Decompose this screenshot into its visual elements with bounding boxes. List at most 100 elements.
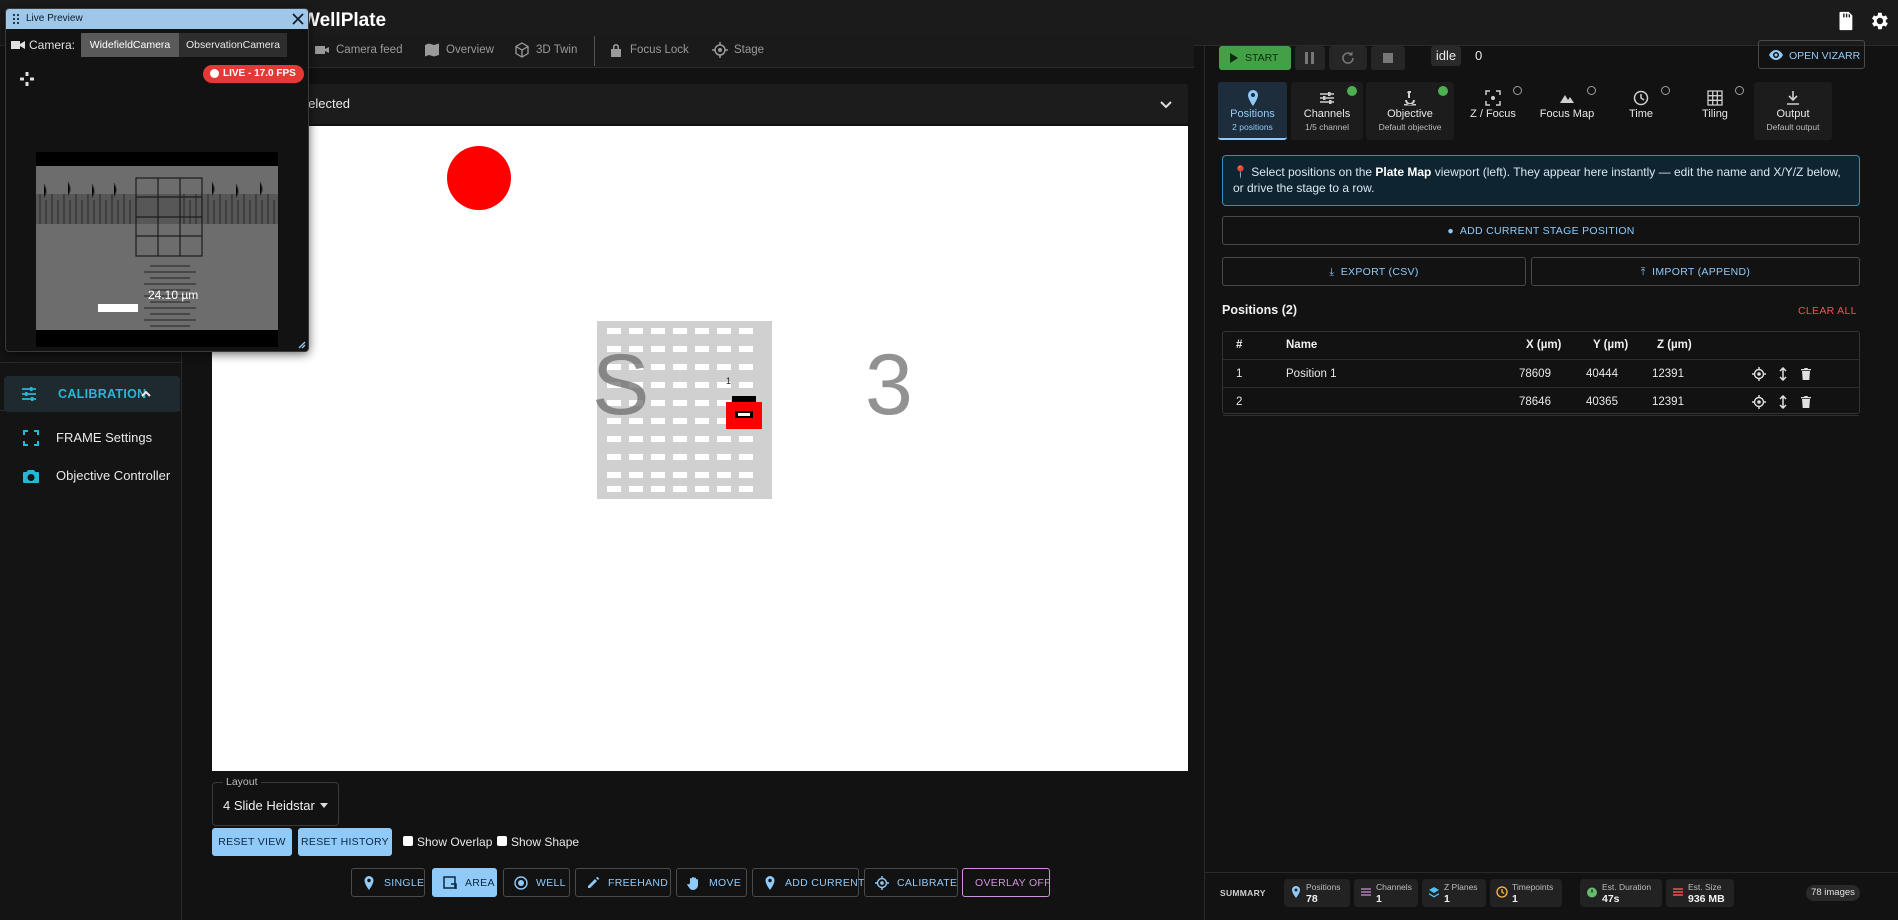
row-x[interactable]: 78609 xyxy=(1519,368,1551,380)
camera-frame[interactable]: 24.10 µm xyxy=(36,152,278,347)
grid-icon xyxy=(1707,90,1723,106)
import-append-button[interactable]: ⤒ IMPORT (APPEND) xyxy=(1531,257,1860,286)
sd-card-icon[interactable] xyxy=(1834,10,1858,34)
drag-handle-icon[interactable] xyxy=(11,13,21,25)
step-positions[interactable]: Positions 2 positions xyxy=(1218,82,1287,140)
column-header: Y (µm) xyxy=(1593,339,1629,351)
row-y[interactable]: 40444 xyxy=(1586,368,1618,380)
row-index: 1 xyxy=(1236,368,1243,380)
delete-icon[interactable] xyxy=(1799,367,1813,381)
checkbox-box[interactable] xyxy=(403,836,413,846)
goto-position-icon[interactable] xyxy=(1752,395,1766,409)
summary-timepoints: Timepoints 1 xyxy=(1490,879,1562,907)
status-badge: idle xyxy=(1431,46,1461,66)
reorder-icon[interactable] xyxy=(1776,367,1790,381)
plate-map-viewport[interactable]: S 3 1 xyxy=(212,126,1188,771)
step-focus-map[interactable]: Focus Map xyxy=(1532,82,1602,140)
summary-key: Timepoints xyxy=(1512,882,1554,892)
reset-view-button[interactable]: RESET VIEW xyxy=(212,828,292,856)
storage-icon xyxy=(1672,886,1684,898)
live-preview-titlebar[interactable]: Live Preview xyxy=(6,9,308,29)
step-title: Positions xyxy=(1230,108,1275,120)
layout-select[interactable]: Layout 4 Slide Heidstar xyxy=(212,776,339,826)
camera-tab-widefield[interactable]: WidefieldCamera xyxy=(81,33,179,57)
row-x[interactable]: 78646 xyxy=(1519,396,1551,408)
export-csv-button[interactable]: ⤓ EXPORT (CSV) xyxy=(1222,257,1526,286)
camera-image xyxy=(36,166,278,330)
plate-accordion[interactable]: ons) – no plate selected xyxy=(212,84,1188,124)
button-label: ADD CURRENT STAGE POSITION xyxy=(1459,225,1635,237)
info-text-bold: Plate Map xyxy=(1375,165,1432,179)
resize-handle-icon[interactable] xyxy=(296,339,306,349)
summary-est-size: Est. Size 936 MB xyxy=(1666,879,1734,907)
step-z-focus[interactable]: Z / Focus xyxy=(1458,82,1528,140)
step-objective[interactable]: Objective Default objective xyxy=(1366,82,1454,140)
pen-icon xyxy=(586,876,600,890)
row-z[interactable]: 12391 xyxy=(1652,396,1684,408)
camera-tab-observation[interactable]: ObservationCamera xyxy=(179,33,287,57)
tool-move-button[interactable]: MOVE xyxy=(676,868,747,897)
goto-position-icon[interactable] xyxy=(1752,367,1766,381)
reorder-icon[interactable] xyxy=(1776,395,1790,409)
tool-single-button[interactable]: SINGLE xyxy=(351,868,425,897)
layout-value: 4 Slide Heidstar xyxy=(223,798,315,813)
tool-area-button[interactable]: AREA xyxy=(432,868,497,897)
add-current-stage-position-button[interactable]: ● ADD CURRENT STAGE POSITION xyxy=(1222,216,1860,245)
sidebar-section-calibration[interactable]: CALIBRATION xyxy=(4,376,180,412)
chevron-down-icon[interactable] xyxy=(1158,96,1174,112)
tool-label: AREA xyxy=(465,877,495,889)
open-vizarr-label: OPEN VIZARR xyxy=(1789,50,1861,62)
pause-button[interactable] xyxy=(1295,46,1325,70)
hand-icon xyxy=(687,876,701,890)
reset-history-button[interactable]: RESET HISTORY xyxy=(298,828,392,856)
stop-button[interactable] xyxy=(1371,46,1405,70)
tool-add-current-button[interactable]: ADD CURRENT xyxy=(752,868,864,897)
step-tiling[interactable]: Tiling xyxy=(1680,82,1750,140)
stage-indicator-dot xyxy=(447,146,511,210)
row-y[interactable]: 40365 xyxy=(1586,396,1618,408)
tool-label: WELL xyxy=(536,877,566,889)
tool-label: FREEHAND xyxy=(608,877,669,889)
open-vizarr-button[interactable]: OPEN VIZARR xyxy=(1758,40,1865,69)
step-output[interactable]: Output Default output xyxy=(1754,82,1832,140)
step-channels[interactable]: Channels 1/5 channel xyxy=(1291,82,1363,140)
row-z[interactable]: 12391 xyxy=(1652,368,1684,380)
upload-icon: ⤒ xyxy=(1640,266,1646,278)
row-name[interactable]: Position 1 xyxy=(1286,368,1337,380)
scale-bar-label: 24.10 µm xyxy=(148,288,199,302)
tool-freehand-button[interactable]: FREEHAND xyxy=(575,868,671,897)
tool-calibrate-button[interactable]: CALIBRATE xyxy=(864,868,958,897)
table-row[interactable]: 2 78646 40365 12391 xyxy=(1223,388,1859,416)
chevron-up-icon[interactable] xyxy=(140,388,152,400)
sidebar-item-objective-controller[interactable]: Objective Controller xyxy=(4,459,180,493)
delete-icon[interactable] xyxy=(1799,395,1813,409)
step-title: Z / Focus xyxy=(1470,108,1516,120)
lock-icon xyxy=(608,42,624,58)
images-count-badge: 78 images xyxy=(1806,885,1860,901)
tool-well-button[interactable]: WELL xyxy=(503,868,570,897)
tab-divider xyxy=(594,36,595,66)
selected-area-marker[interactable] xyxy=(726,402,762,429)
step-title: Objective xyxy=(1387,108,1433,120)
clear-all-button[interactable]: CLEAR ALL xyxy=(1798,305,1857,317)
pin-icon: ● xyxy=(1447,225,1454,237)
overlay-off-button[interactable]: OVERLAY OFF xyxy=(962,868,1051,897)
sidebar-item-frame-settings[interactable]: FRAME Settings xyxy=(4,421,180,455)
app-title: WellPlate xyxy=(302,10,387,31)
summary-key: Z Planes xyxy=(1444,882,1478,892)
summary-channels: Channels 1 xyxy=(1354,879,1418,907)
restart-button[interactable] xyxy=(1329,46,1367,70)
check-circle-icon xyxy=(1347,86,1357,96)
gamepad-icon[interactable] xyxy=(19,71,35,87)
start-button[interactable]: START xyxy=(1219,46,1291,70)
circle-outline-icon xyxy=(1661,86,1670,95)
close-icon[interactable] xyxy=(292,13,304,25)
stop-icon xyxy=(1383,53,1393,63)
gear-icon[interactable] xyxy=(1868,10,1892,34)
table-row[interactable]: 1 Position 1 78609 40444 12391 xyxy=(1223,360,1859,388)
live-preview-window[interactable]: Live Preview Camera: WidefieldCamera Obs… xyxy=(5,8,309,352)
step-time[interactable]: Time xyxy=(1606,82,1676,140)
summary-value: 78 xyxy=(1306,893,1318,905)
checkbox-box[interactable] xyxy=(497,836,507,846)
tune-icon xyxy=(20,385,38,403)
